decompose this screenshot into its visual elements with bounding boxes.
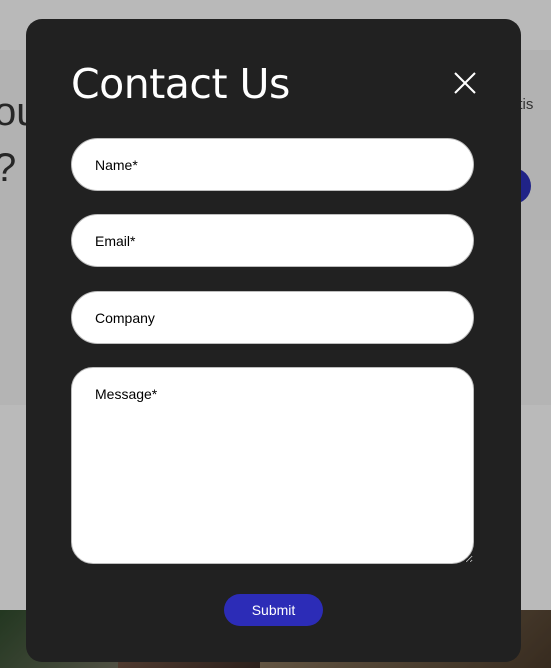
name-field[interactable] — [71, 138, 474, 191]
modal-title: Contact Us — [71, 60, 290, 108]
message-field[interactable] — [71, 367, 474, 564]
submit-button[interactable]: Submit — [224, 594, 323, 626]
close-button[interactable] — [451, 69, 479, 97]
company-field[interactable] — [71, 291, 474, 344]
email-field[interactable] — [71, 214, 474, 267]
close-icon — [454, 72, 476, 94]
contact-modal: Contact Us Submit — [26, 19, 521, 662]
